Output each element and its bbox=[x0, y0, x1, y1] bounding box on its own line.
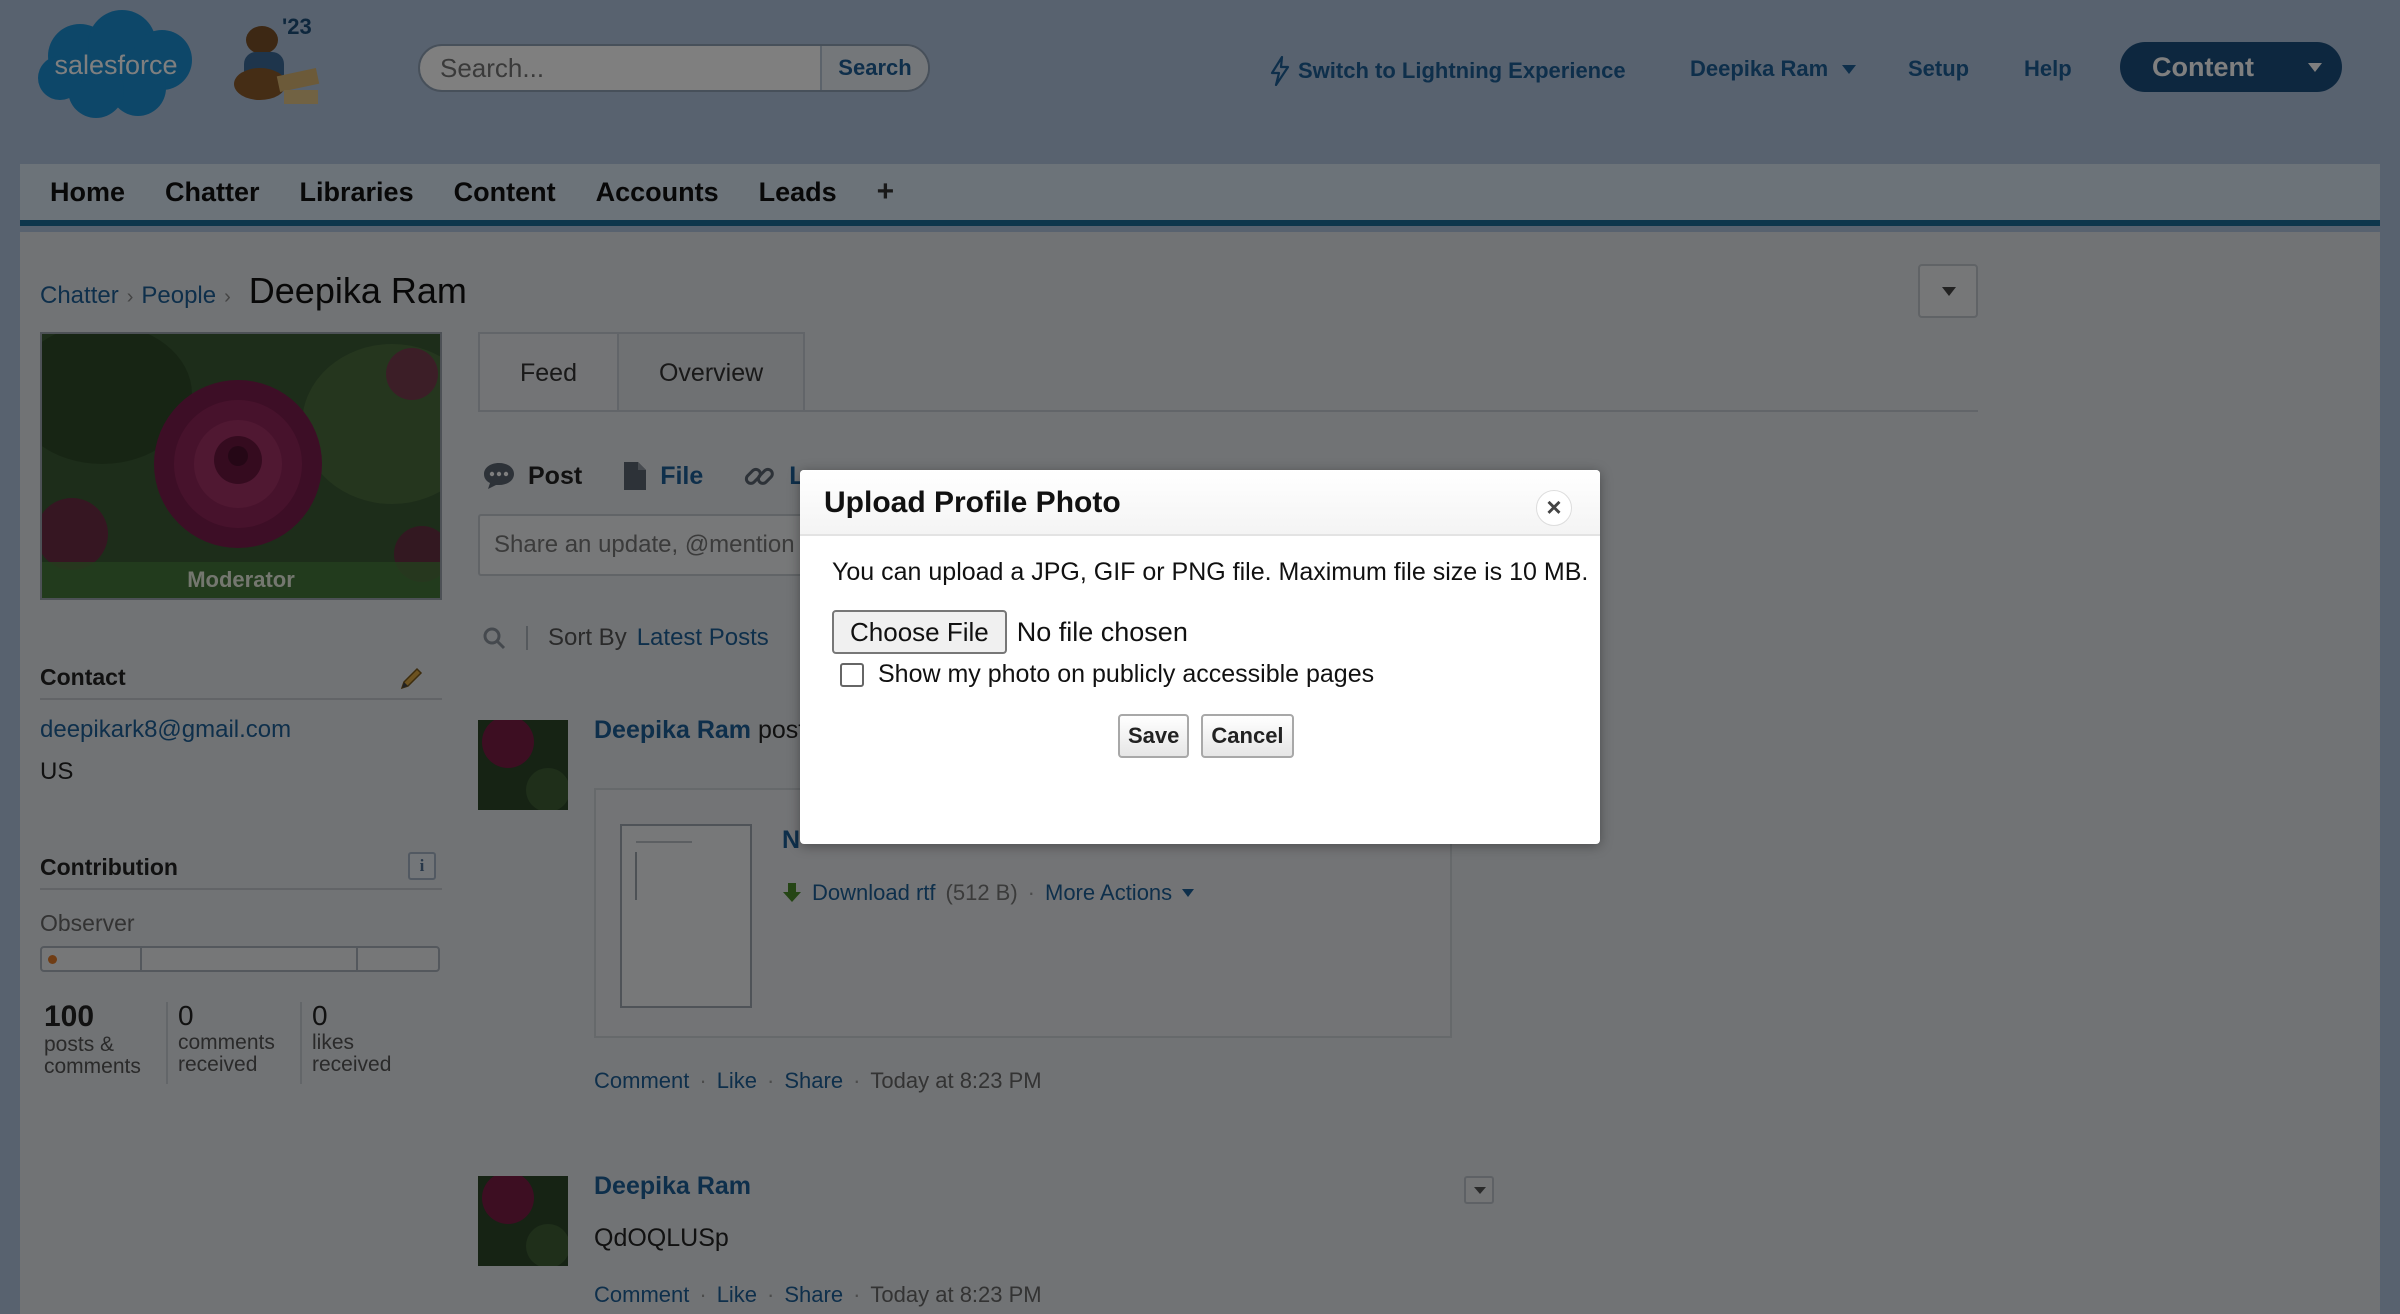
file-picker: Choose File No file chosen bbox=[832, 610, 1188, 654]
save-button[interactable]: Save bbox=[1118, 714, 1190, 758]
dialog-buttons: Save Cancel bbox=[1118, 714, 1294, 758]
upload-photo-dialog: Upload Profile Photo × You can upload a … bbox=[800, 470, 1600, 844]
public-photo-option: Show my photo on publicly accessible pag… bbox=[840, 660, 1374, 689]
dialog-title: Upload Profile Photo bbox=[824, 486, 1121, 519]
file-status-text: No file chosen bbox=[1016, 616, 1188, 647]
public-photo-label[interactable]: Show my photo on publicly accessible pag… bbox=[878, 660, 1374, 689]
upload-instructions: You can upload a JPG, GIF or PNG file. M… bbox=[832, 558, 1589, 586]
choose-file-button[interactable]: Choose File bbox=[832, 610, 1007, 654]
public-photo-checkbox[interactable] bbox=[840, 662, 864, 687]
dialog-header: Upload Profile Photo × bbox=[800, 470, 1600, 536]
cancel-button[interactable]: Cancel bbox=[1201, 714, 1294, 758]
close-icon[interactable]: × bbox=[1536, 490, 1572, 526]
